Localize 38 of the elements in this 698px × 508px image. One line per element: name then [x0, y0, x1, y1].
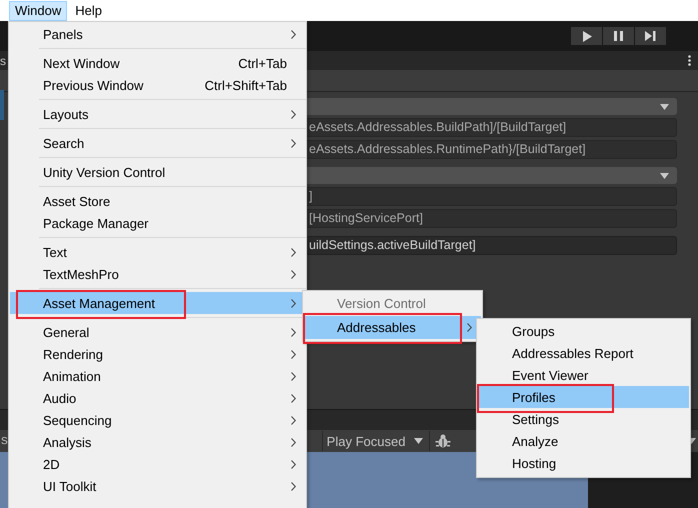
- menu-item[interactable]: Previous Window Ctrl+Shift+Tab: [10, 74, 305, 96]
- dropdown-arrow-icon: [414, 438, 423, 444]
- menu-item[interactable]: Event Viewer: [479, 364, 689, 386]
- menu-item[interactable]: Animation: [10, 365, 305, 387]
- menu-item[interactable]: Analysis: [10, 431, 305, 453]
- menu-item[interactable]: Next Window Ctrl+Tab: [10, 52, 305, 74]
- menu-item[interactable]: Sequencing: [10, 409, 305, 431]
- menu-item[interactable]: 2D: [10, 453, 305, 475]
- game-tab-label[interactable]: S: [0, 436, 8, 446]
- menubar-item[interactable]: Help: [69, 0, 108, 20]
- play-button[interactable]: [571, 27, 602, 45]
- play-icon: [582, 30, 592, 42]
- panel-tab-label[interactable]: s: [0, 54, 6, 68]
- menu-item[interactable]: Groups: [479, 320, 689, 342]
- selection-strip: [0, 90, 4, 120]
- menu-item[interactable]: UI Toolkit: [10, 475, 305, 497]
- menu-item[interactable]: Addressables Report: [479, 342, 689, 364]
- menu-item[interactable]: Rendering: [10, 343, 305, 365]
- bug-icon[interactable]: [434, 433, 451, 449]
- dropdown-arrow-icon: [660, 104, 669, 110]
- menu-item[interactable]: Analyze: [479, 430, 689, 452]
- menu-item[interactable]: General: [10, 321, 305, 343]
- menu-item[interactable]: Profiles: [479, 386, 689, 408]
- play-mode-dropdown[interactable]: Play Focused: [322, 431, 430, 451]
- menu-item[interactable]: TextMeshPro: [10, 263, 305, 285]
- menubar-item[interactable]: Window: [9, 0, 68, 20]
- menu-item[interactable]: Settings: [479, 408, 689, 430]
- more-icon[interactable]: [688, 55, 691, 66]
- menu-item[interactable]: Unity Version Control: [10, 161, 305, 183]
- menu-item[interactable]: Hosting: [479, 452, 689, 474]
- pause-icon: [614, 31, 623, 41]
- pause-button[interactable]: [603, 27, 634, 45]
- dropdown-arrow-icon: [660, 172, 669, 178]
- menu-item[interactable]: Addressables: [305, 316, 481, 339]
- step-button[interactable]: [635, 27, 666, 45]
- menu-item[interactable]: Asset Management: [10, 292, 305, 314]
- step-icon: [645, 31, 656, 41]
- menu-item[interactable]: Audio: [10, 387, 305, 409]
